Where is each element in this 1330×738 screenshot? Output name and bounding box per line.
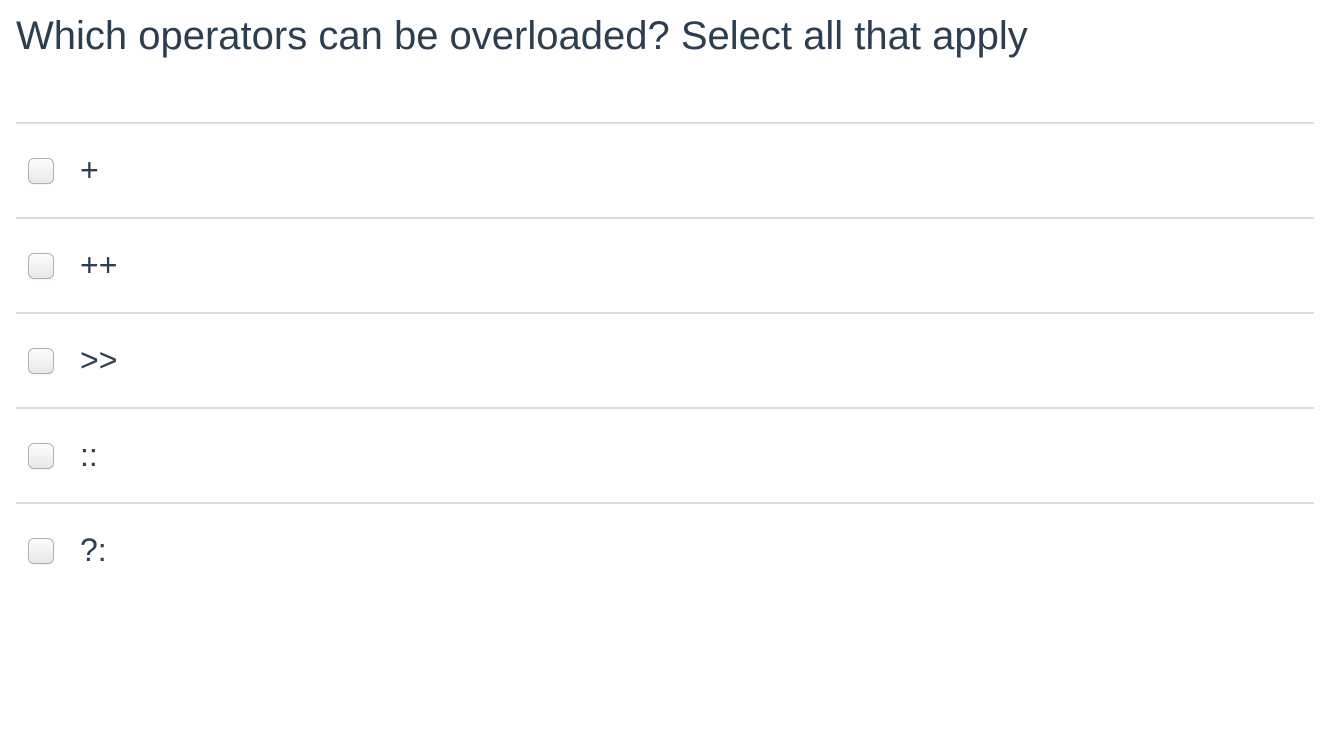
option-row-scope[interactable]: :: <box>16 407 1314 502</box>
checkbox-plusplus[interactable] <box>28 253 54 279</box>
question-text: Which operators can be overloaded? Selec… <box>16 8 1314 62</box>
question-container: Which operators can be overloaded? Selec… <box>16 8 1314 597</box>
option-row-rightshift[interactable]: >> <box>16 312 1314 407</box>
option-label: :: <box>80 437 98 474</box>
checkbox-scope[interactable] <box>28 443 54 469</box>
option-row-plus[interactable]: + <box>16 122 1314 217</box>
options-list: + ++ >> :: ?: <box>16 122 1314 597</box>
option-label: >> <box>80 342 117 379</box>
option-label: + <box>80 152 99 189</box>
checkbox-ternary[interactable] <box>28 538 54 564</box>
checkbox-plus[interactable] <box>28 158 54 184</box>
option-label: ++ <box>80 247 117 284</box>
checkbox-rightshift[interactable] <box>28 348 54 374</box>
option-row-ternary[interactable]: ?: <box>16 502 1314 597</box>
option-row-plusplus[interactable]: ++ <box>16 217 1314 312</box>
option-label: ?: <box>80 532 107 569</box>
